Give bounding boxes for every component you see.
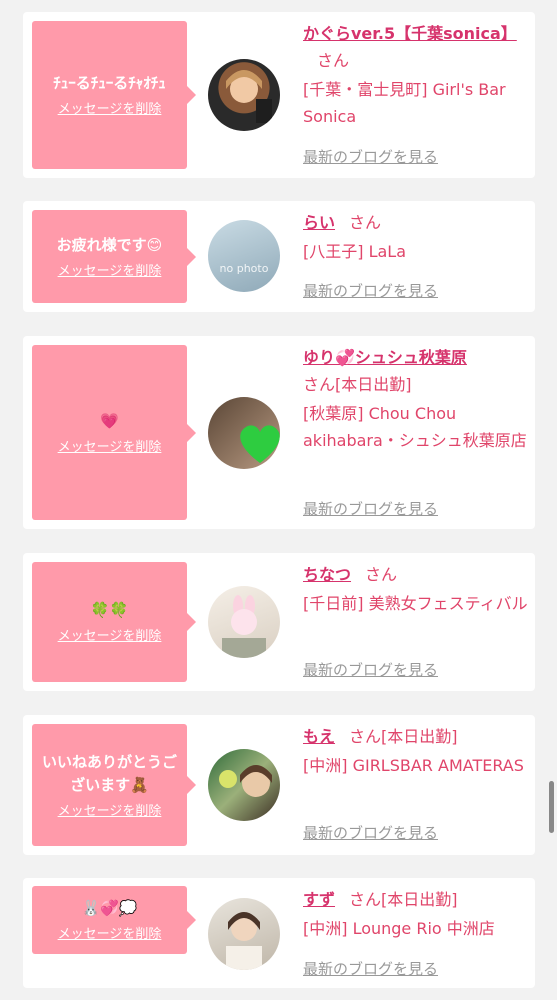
delete-message-link[interactable]: メッセージを削除 <box>58 926 162 943</box>
scrollbar-thumb[interactable] <box>549 781 554 833</box>
delete-message-link[interactable]: メッセージを削除 <box>58 439 162 456</box>
message-text: お疲れ様です😊 <box>56 235 163 254</box>
sender-info: すず さん[本日出勤] [中洲] Lounge Rio 中洲店 <box>303 886 529 942</box>
message-bubble: いいねありがとうございます🧸 メッセージを削除 <box>32 724 196 846</box>
avatar[interactable] <box>208 749 280 821</box>
heart-icon <box>240 425 280 463</box>
latest-blog-link[interactable]: 最新のブログを見る <box>303 659 438 680</box>
message-card: ﾁｭｰるﾁｭｰるﾁｬｵﾁｭ メッセージを削除 かぐらver.5【千葉sonica… <box>23 12 535 178</box>
sender-name-link[interactable]: ゆり💞シュシュ秋葉原 <box>303 348 467 367</box>
message-text: いいねありがとうございます🧸 <box>42 752 178 794</box>
avatar[interactable] <box>208 397 280 469</box>
message-bubble: ﾁｭｰるﾁｭｰるﾁｬｵﾁｭ メッセージを削除 <box>32 21 196 169</box>
message-card: 🐰💞💭 メッセージを削除 すず さん[本日出勤] [中洲] Lounge Rio … <box>23 878 535 988</box>
latest-blog-link[interactable]: 最新のブログを見る <box>303 498 438 519</box>
delete-message-link[interactable]: メッセージを削除 <box>58 263 162 280</box>
sender-info: かぐらver.5【千葉sonica】さん [千葉・富士見町] Girl's Ba… <box>303 20 529 130</box>
latest-blog-link[interactable]: 最新のブログを見る <box>303 958 438 979</box>
shop-name: [中洲] Lounge Rio 中洲店 <box>303 919 495 938</box>
sender-info: ちなつ さん [千日前] 美熟女フェスティバル <box>303 561 529 617</box>
sender-name-link[interactable]: らい <box>303 213 335 232</box>
working-today-badge: [本日出勤] <box>335 375 412 394</box>
honorific: さん <box>365 565 398 584</box>
shop-name: [中洲] GIRLSBAR AMATERAS <box>303 756 524 775</box>
honorific: さん <box>317 51 350 70</box>
message-text: ﾁｭｰるﾁｭｰるﾁｬｵﾁｭ <box>53 74 166 92</box>
sender-info: もえ さん[本日出勤] [中洲] GIRLSBAR AMATERAS <box>303 723 529 779</box>
avatar[interactable] <box>208 898 280 970</box>
working-today-badge: [本日出勤] <box>381 890 458 909</box>
avatar-photo-icon <box>219 765 272 797</box>
avatar[interactable] <box>208 59 280 131</box>
message-bubble: 🐰💞💭 メッセージを削除 <box>32 886 196 954</box>
message-card: 🍀🍀 メッセージを削除 ちなつ さん [千日前] 美熟女フェスティバル 最新のブロ… <box>23 553 535 691</box>
shop-name: [八王子] LaLa <box>303 242 407 261</box>
honorific: さん <box>349 890 382 909</box>
sender-name-link[interactable]: もえ <box>303 727 335 746</box>
delete-message-link[interactable]: メッセージを削除 <box>58 803 162 820</box>
honorific: さん <box>349 213 382 232</box>
no-photo-label: no photo <box>219 262 269 275</box>
honorific: さん <box>349 727 382 746</box>
sender-info: らい さん [八王子] LaLa <box>303 209 529 265</box>
message-bubble: 💗 メッセージを削除 <box>32 345 196 520</box>
sender-info: ゆり💞シュシュ秋葉原 さん[本日出勤] [秋葉原] Chou Chou akiha… <box>303 344 529 454</box>
message-text: 💗 <box>100 411 119 430</box>
shop-name: [千葉・富士見町] Girl's Bar Sonica <box>303 80 506 126</box>
message-bubble: お疲れ様です😊 メッセージを削除 <box>32 210 196 303</box>
message-card: いいねありがとうございます🧸 メッセージを削除 もえ さん[本日出勤] [中洲] … <box>23 715 535 855</box>
shop-name: [秋葉原] Chou Chou akihabara・シュシュ秋葉原店 <box>303 404 527 450</box>
delete-message-link[interactable]: メッセージを削除 <box>58 101 162 118</box>
message-card: 💗 メッセージを削除 ゆり💞シュシュ秋葉原 さん[本日出勤] [秋葉原] Chou… <box>23 336 535 529</box>
latest-blog-link[interactable]: 最新のブログを見る <box>303 822 438 843</box>
sender-name-link[interactable]: すず <box>303 890 335 909</box>
message-text: 🐰💞💭 <box>81 899 138 917</box>
avatar[interactable]: no photo <box>208 220 280 292</box>
message-bubble: 🍀🍀 メッセージを削除 <box>32 562 196 682</box>
latest-blog-link[interactable]: 最新のブログを見る <box>303 146 438 167</box>
shop-name: [千日前] 美熟女フェスティバル <box>303 594 528 613</box>
message-card: お疲れ様です😊 メッセージを削除 no photo らい さん [八王子] LaL… <box>23 201 535 312</box>
sender-name-link[interactable]: ちなつ <box>303 565 351 584</box>
honorific: さん <box>303 375 336 394</box>
bunny-sticker-icon <box>222 595 266 658</box>
delete-message-link[interactable]: メッセージを削除 <box>58 628 162 645</box>
sender-name-link[interactable]: かぐらver.5【千葉sonica】 <box>303 24 517 43</box>
latest-blog-link[interactable]: 最新のブログを見る <box>303 280 438 301</box>
working-today-badge: [本日出勤] <box>381 727 458 746</box>
avatar-photo-icon <box>226 70 272 123</box>
avatar[interactable] <box>208 586 280 658</box>
avatar-photo-icon <box>226 912 262 970</box>
message-text: 🍀🍀 <box>90 601 129 619</box>
